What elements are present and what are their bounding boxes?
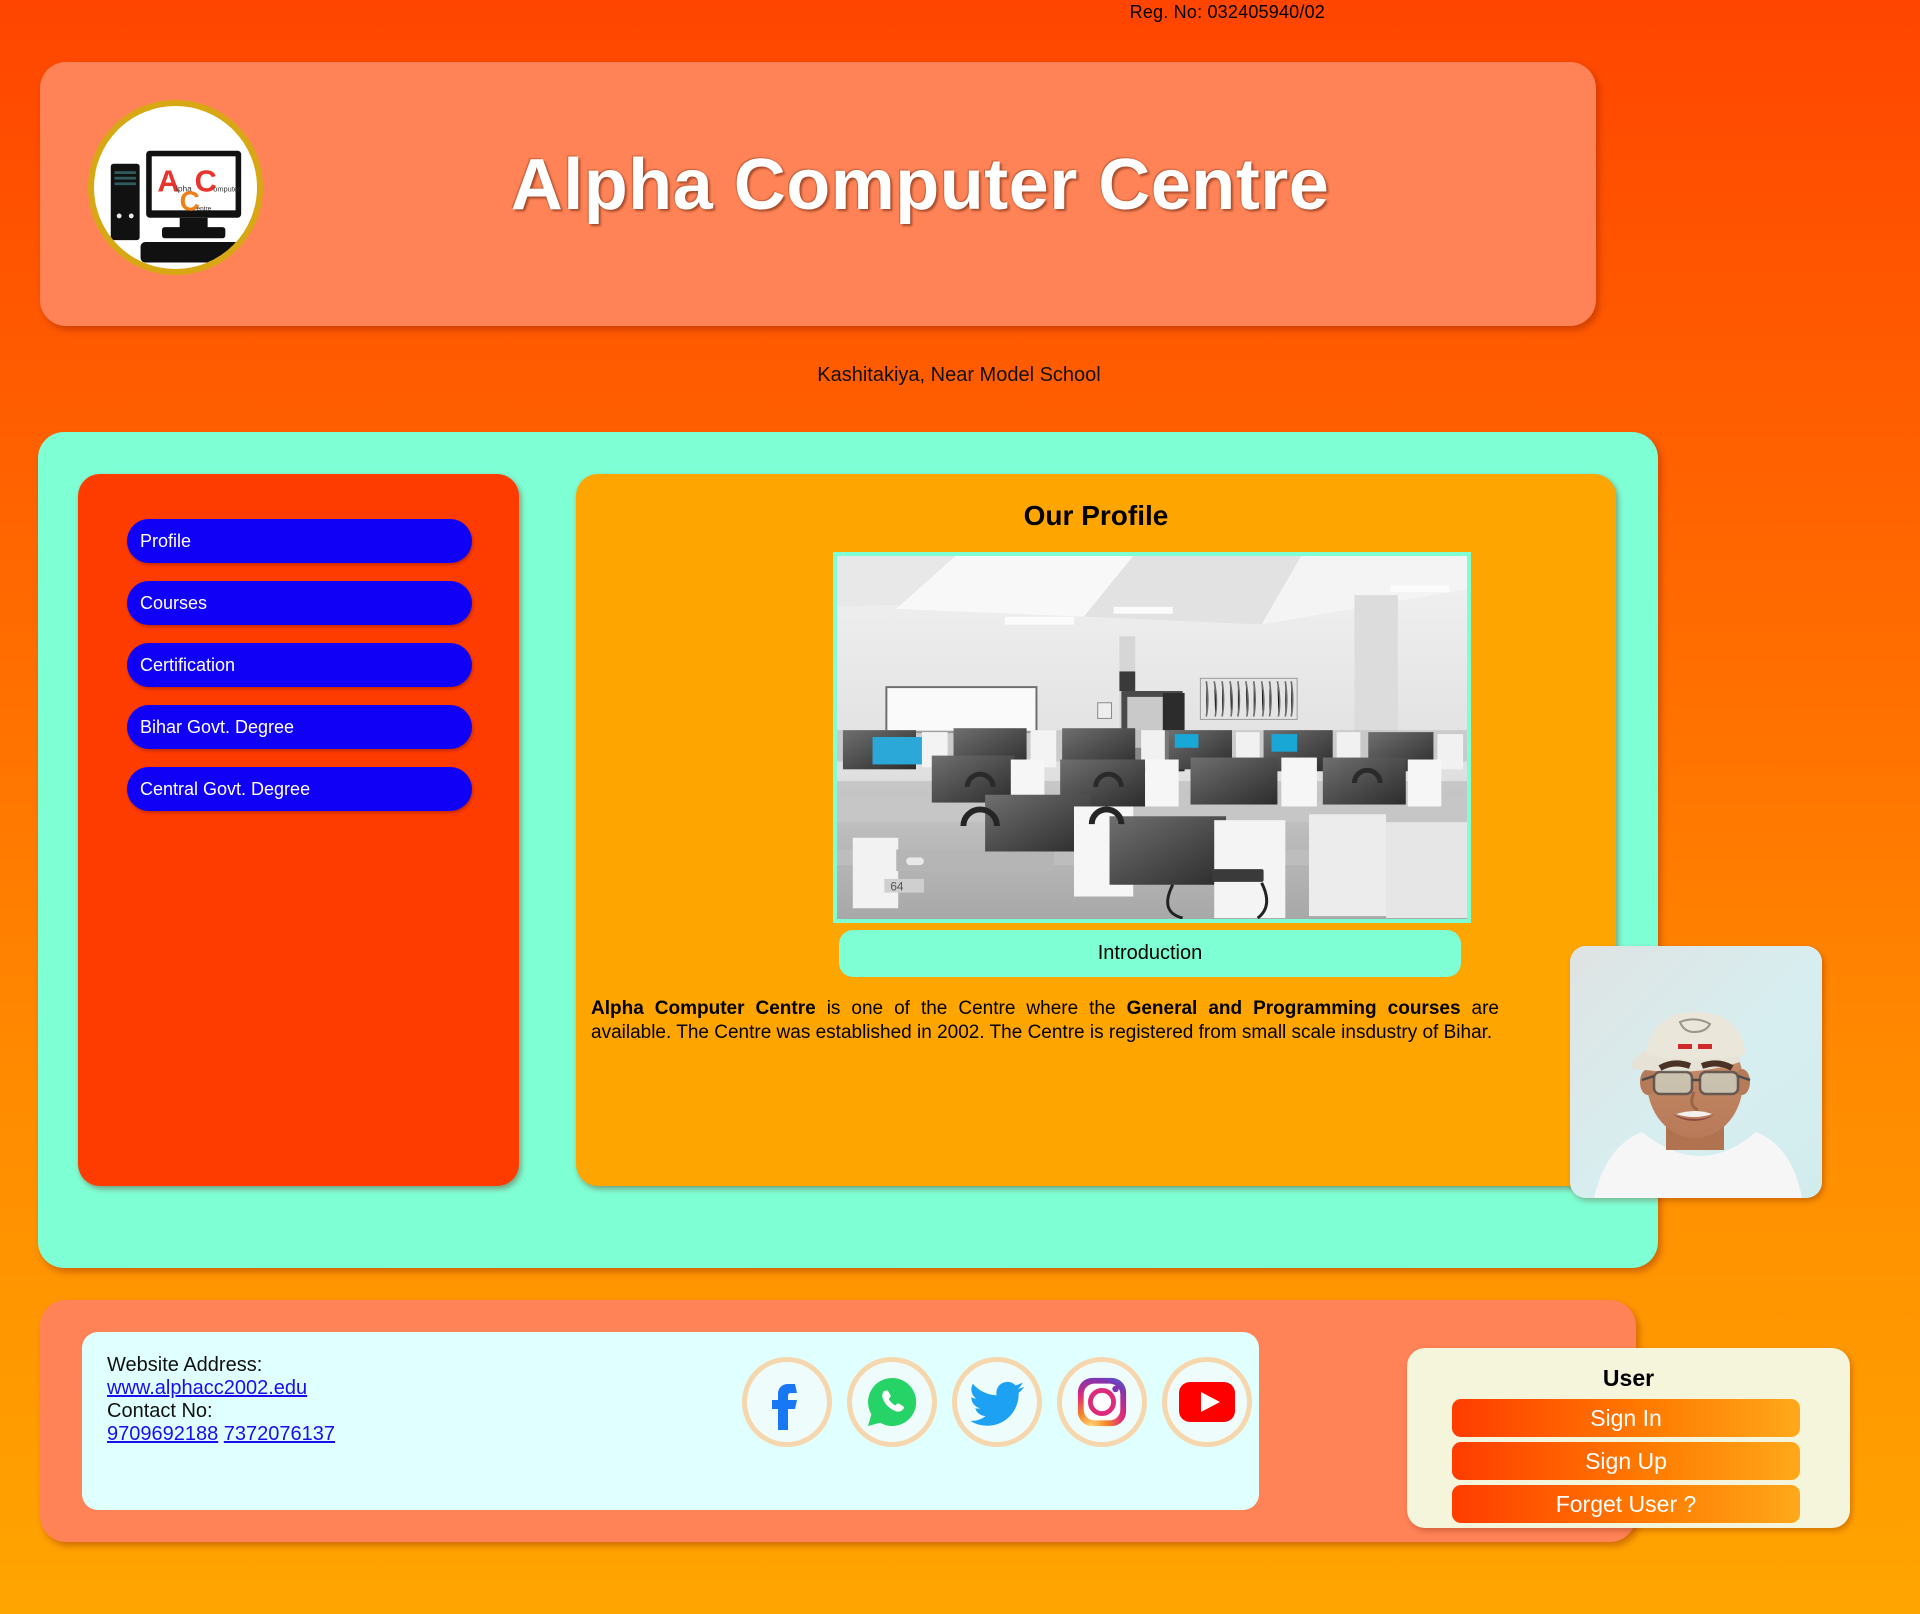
svg-text:omputer: omputer (213, 185, 241, 194)
instagram-icon[interactable] (1057, 1357, 1147, 1447)
sidebar-item-bihar-govt-degree[interactable]: Bihar Govt. Degree (127, 705, 472, 749)
main-container: Profile Courses Certification Bihar Govt… (38, 432, 1658, 1268)
sidebar-item-central-govt-degree[interactable]: Central Govt. Degree (127, 767, 472, 811)
sidebar-nav: Profile Courses Certification Bihar Govt… (127, 519, 472, 829)
contact-label: Contact No: (107, 1400, 213, 1422)
profile-description: Alpha Computer Centre is one of the Cent… (591, 997, 1499, 1045)
forget-user-button[interactable]: Forget User ? (1452, 1485, 1800, 1523)
description-bold-courses: General and Programming courses (1126, 998, 1461, 1019)
whatsapp-icon[interactable] (847, 1357, 937, 1447)
content-panel: Our Profile 64 Introduction Alpha Comput… (576, 474, 1616, 1186)
address-text: Kashitakiya, Near Model School (817, 364, 1101, 386)
sidebar-item-courses[interactable]: Courses (127, 581, 472, 625)
user-panel: User Sign In Sign Up Forget User ? (1407, 1348, 1850, 1528)
page-title: Alpha Computer Centre (510, 145, 1330, 225)
site-footer: Website Address: www.alphacc2002.edu Con… (40, 1300, 1636, 1542)
website-url-link[interactable]: www.alphacc2002.edu (107, 1377, 307, 1399)
computer-lab-photo: 64 (833, 552, 1471, 923)
site-logo: A lpha C omputer C entre (88, 100, 263, 275)
sidebar: Profile Courses Certification Bihar Govt… (78, 474, 519, 1186)
contact-block: Website Address: www.alphacc2002.edu Con… (107, 1354, 335, 1446)
sign-up-button[interactable]: Sign Up (1452, 1442, 1800, 1480)
description-bold-centre-name: Alpha Computer Centre (591, 998, 816, 1019)
youtube-icon[interactable] (1162, 1357, 1252, 1447)
twitter-icon[interactable] (952, 1357, 1042, 1447)
site-header: A lpha C omputer C entre Alpha Computer … (40, 62, 1596, 326)
address-line: Kashitakiya, Near Model School (0, 364, 1920, 387)
owner-portrait-photo (1570, 946, 1822, 1198)
phone-link-2[interactable]: 7372076137 (224, 1423, 335, 1445)
footer-info-panel: Website Address: www.alphacc2002.edu Con… (82, 1332, 1259, 1510)
social-links (742, 1357, 1252, 1447)
website-label: Website Address: (107, 1354, 263, 1376)
registration-number: Reg. No: 032405940/02 (1129, 2, 1325, 22)
user-panel-title: User (1602, 1365, 1655, 1391)
phone-link-1[interactable]: 9709692188 (107, 1423, 218, 1445)
content-heading: Our Profile (1023, 500, 1169, 531)
svg-text:entre: entre (196, 205, 211, 212)
facebook-icon[interactable] (742, 1357, 832, 1447)
sign-in-button[interactable]: Sign In (1452, 1399, 1800, 1437)
user-panel-buttons: Sign In Sign Up Forget User ? (1452, 1399, 1800, 1528)
description-text-1: is one of the Centre where the (815, 998, 1127, 1019)
introduction-button[interactable]: Introduction (839, 930, 1461, 977)
sidebar-item-certification[interactable]: Certification (127, 643, 472, 687)
sidebar-item-profile[interactable]: Profile (127, 519, 472, 563)
logo-computer-icon: A lpha C omputer C entre (110, 150, 242, 263)
svg-text:64: 64 (890, 881, 904, 894)
